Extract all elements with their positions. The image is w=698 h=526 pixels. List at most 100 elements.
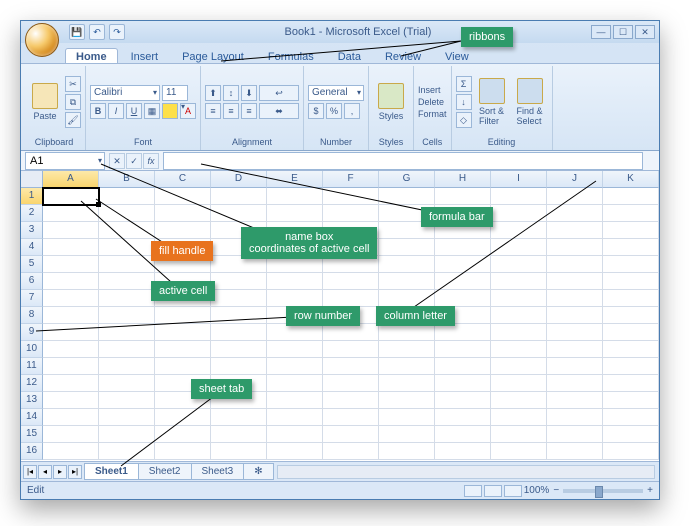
align-middle[interactable]: ↕ xyxy=(223,85,239,101)
cell[interactable] xyxy=(603,324,659,341)
zoom-in-button[interactable]: + xyxy=(647,485,653,496)
office-button[interactable] xyxy=(25,23,59,57)
cell[interactable] xyxy=(491,358,547,375)
font-size-select[interactable]: 11 xyxy=(162,85,188,101)
cell[interactable] xyxy=(43,273,99,290)
row-header[interactable]: 2 xyxy=(21,205,43,222)
cell[interactable] xyxy=(603,341,659,358)
tab-formulas[interactable]: Formulas xyxy=(257,48,325,63)
cell[interactable] xyxy=(379,358,435,375)
cell[interactable] xyxy=(547,222,603,239)
enter-button[interactable]: ✓ xyxy=(126,153,142,169)
column-header[interactable]: A xyxy=(43,171,99,188)
row-header[interactable]: 16 xyxy=(21,443,43,460)
cell[interactable] xyxy=(603,307,659,324)
minimize-button[interactable]: — xyxy=(591,25,611,39)
cell[interactable] xyxy=(491,273,547,290)
row-header[interactable]: 6 xyxy=(21,273,43,290)
cell[interactable] xyxy=(435,409,491,426)
cell[interactable] xyxy=(547,290,603,307)
cell[interactable] xyxy=(491,426,547,443)
cell[interactable] xyxy=(435,239,491,256)
first-sheet-button[interactable]: |◂ xyxy=(23,465,37,479)
page-break-view-button[interactable] xyxy=(504,485,522,497)
cell[interactable] xyxy=(99,341,155,358)
cell[interactable] xyxy=(435,443,491,460)
row-header[interactable]: 5 xyxy=(21,256,43,273)
select-all-corner[interactable] xyxy=(21,171,43,188)
row-header[interactable]: 13 xyxy=(21,392,43,409)
merge-button[interactable]: ⬌ xyxy=(259,103,299,119)
prev-sheet-button[interactable]: ◂ xyxy=(38,465,52,479)
autosum-button[interactable]: Σ xyxy=(456,76,472,92)
cell[interactable] xyxy=(43,239,99,256)
horizontal-scrollbar[interactable] xyxy=(277,465,655,479)
paste-button[interactable]: Paste xyxy=(27,83,63,121)
cell[interactable] xyxy=(491,290,547,307)
cell[interactable] xyxy=(379,375,435,392)
cell[interactable] xyxy=(547,358,603,375)
cell[interactable] xyxy=(99,409,155,426)
cell[interactable] xyxy=(379,341,435,358)
sheet-tab[interactable]: Sheet1 xyxy=(84,463,139,480)
cell[interactable] xyxy=(323,443,379,460)
cell[interactable] xyxy=(379,188,435,205)
formula-bar[interactable] xyxy=(163,152,643,170)
cell[interactable] xyxy=(323,290,379,307)
cell[interactable] xyxy=(379,443,435,460)
cell[interactable] xyxy=(491,222,547,239)
cell[interactable] xyxy=(99,358,155,375)
row-header[interactable]: 15 xyxy=(21,426,43,443)
copy-icon[interactable]: ⧉ xyxy=(65,94,81,110)
format-painter-icon[interactable]: 🖌 xyxy=(65,112,81,128)
cell[interactable] xyxy=(155,443,211,460)
cell[interactable] xyxy=(547,273,603,290)
cell[interactable] xyxy=(211,188,267,205)
tab-review[interactable]: Review xyxy=(374,48,432,63)
cell[interactable] xyxy=(267,358,323,375)
cell[interactable] xyxy=(211,443,267,460)
cell[interactable] xyxy=(43,375,99,392)
fx-button[interactable]: fx xyxy=(143,153,159,169)
clear-button[interactable]: ◇ xyxy=(456,112,472,128)
align-right[interactable]: ≡ xyxy=(241,103,257,119)
column-header[interactable]: D xyxy=(211,171,267,188)
cell[interactable] xyxy=(435,392,491,409)
cell[interactable] xyxy=(267,205,323,222)
cell[interactable] xyxy=(211,273,267,290)
cell[interactable] xyxy=(435,426,491,443)
cell[interactable] xyxy=(491,324,547,341)
format-button[interactable]: Format xyxy=(418,109,447,119)
cell[interactable] xyxy=(379,324,435,341)
cell[interactable] xyxy=(99,307,155,324)
cell[interactable] xyxy=(155,222,211,239)
cell[interactable] xyxy=(155,324,211,341)
cell[interactable] xyxy=(491,307,547,324)
cell[interactable] xyxy=(155,358,211,375)
cell[interactable] xyxy=(267,392,323,409)
cell[interactable] xyxy=(491,392,547,409)
cell[interactable] xyxy=(43,222,99,239)
cell[interactable] xyxy=(323,409,379,426)
cell[interactable] xyxy=(211,290,267,307)
cell[interactable] xyxy=(603,205,659,222)
cell[interactable] xyxy=(603,443,659,460)
name-box[interactable]: A1 xyxy=(25,152,105,170)
align-left[interactable]: ≡ xyxy=(205,103,221,119)
cell[interactable] xyxy=(99,290,155,307)
cell[interactable] xyxy=(491,443,547,460)
cell[interactable] xyxy=(547,239,603,256)
undo-icon[interactable]: ↶ xyxy=(89,24,105,40)
cell[interactable] xyxy=(547,188,603,205)
cell[interactable] xyxy=(323,392,379,409)
cell[interactable] xyxy=(435,188,491,205)
redo-icon[interactable]: ↷ xyxy=(109,24,125,40)
percent-button[interactable]: % xyxy=(326,103,342,119)
row-header[interactable]: 11 xyxy=(21,358,43,375)
cell[interactable] xyxy=(99,375,155,392)
cell[interactable] xyxy=(267,443,323,460)
cell[interactable] xyxy=(99,222,155,239)
column-header[interactable]: C xyxy=(155,171,211,188)
align-bottom[interactable]: ⬇ xyxy=(241,85,257,101)
cell[interactable] xyxy=(99,392,155,409)
